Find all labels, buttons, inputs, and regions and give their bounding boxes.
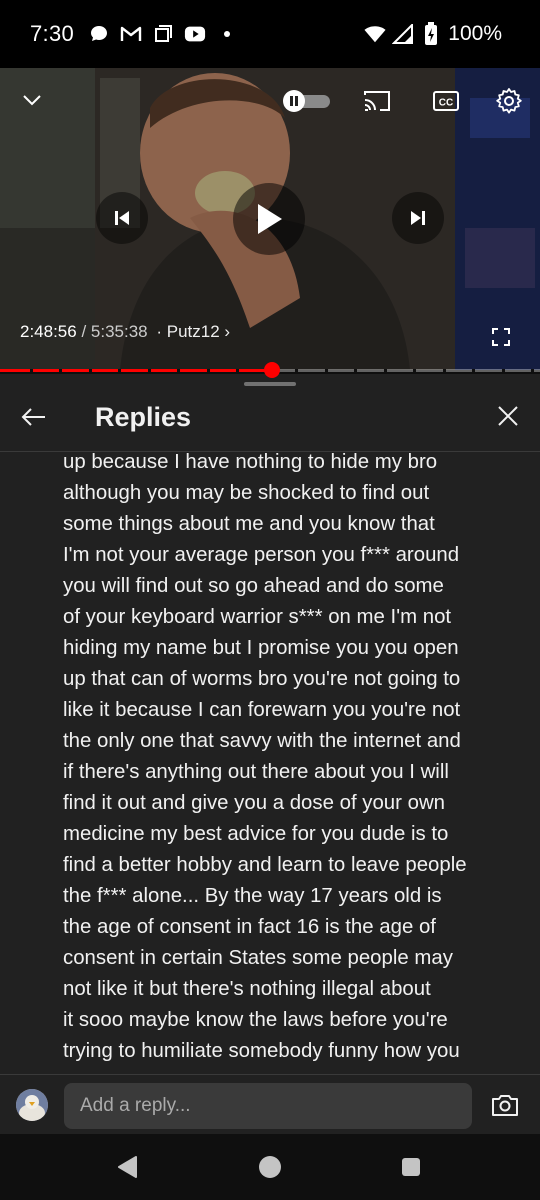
signal-icon — [392, 23, 414, 45]
seek-bar[interactable] — [0, 362, 540, 378]
chapter-marker — [443, 369, 446, 372]
wifi-icon — [364, 23, 386, 45]
chapter-marker — [236, 369, 239, 372]
chapter-marker — [413, 369, 416, 372]
dot-icon — [216, 23, 238, 45]
gear-icon[interactable] — [494, 86, 524, 116]
replies-panel: Replies up because I have nothing to hid… — [0, 374, 540, 1200]
youtube-icon — [184, 23, 206, 45]
chapter-link[interactable]: · Putz12 › — [152, 322, 230, 342]
current-time: 2:48:56 — [20, 322, 77, 341]
svg-text:CC: CC — [439, 98, 453, 109]
chapter-marker — [531, 369, 534, 372]
chapter-marker — [384, 369, 387, 372]
time-separator: / — [76, 322, 91, 341]
panel-title: Replies — [95, 402, 192, 432]
chapter-marker — [59, 369, 62, 372]
seek-played — [0, 369, 272, 372]
chevron-down-icon[interactable] — [20, 88, 44, 112]
battery-icon — [420, 22, 442, 45]
reply-scroll-area[interactable]: up because I have nothing to hide my bro… — [0, 452, 540, 1072]
chapter-marker — [325, 369, 328, 372]
cast-icon[interactable] — [362, 88, 392, 114]
system-nav-bar — [0, 1134, 540, 1200]
system-status: 100% — [364, 22, 502, 46]
fullscreen-icon[interactable] — [490, 326, 512, 348]
recents-square-icon[interactable] — [398, 1154, 424, 1180]
camera-icon[interactable] — [490, 1092, 520, 1118]
notification-icons — [88, 23, 238, 45]
reply-input[interactable] — [64, 1083, 472, 1129]
video-player[interactable]: CC 2:48:56 / 5:35:38 · Putz12 › — [0, 68, 540, 370]
chapter-marker — [118, 369, 121, 372]
battery-percent: 100% — [448, 22, 502, 45]
chapter-marker — [472, 369, 475, 372]
avatar — [16, 1089, 48, 1121]
reply-comment-text: up because I have nothing to hide my bro… — [63, 452, 468, 1072]
chapter-marker — [502, 369, 505, 372]
chapter-marker — [354, 369, 357, 372]
time-display: 2:48:56 / 5:35:38 · Putz12 › — [20, 322, 230, 342]
autoplay-toggle-icon[interactable] — [282, 90, 332, 112]
chat-bubble-icon — [88, 23, 110, 45]
status-time: 7:30 — [30, 21, 75, 46]
panel-header: Replies — [0, 374, 540, 452]
gmail-icon — [120, 23, 142, 45]
screen-icon — [152, 23, 174, 45]
skip-next-icon[interactable] — [392, 192, 444, 244]
back-arrow-icon[interactable] — [18, 402, 48, 432]
back-triangle-icon[interactable] — [114, 1154, 140, 1180]
close-icon[interactable] — [496, 404, 520, 428]
skip-previous-icon[interactable] — [96, 192, 148, 244]
status-bar: 7:30 100% — [0, 0, 540, 68]
chapter-marker — [148, 369, 151, 372]
chapter-marker — [30, 369, 33, 372]
chapter-marker — [89, 369, 92, 372]
chapter-marker — [295, 369, 298, 372]
duration: 5:35:38 — [90, 322, 148, 341]
chapter-marker — [177, 369, 180, 372]
cc-icon[interactable]: CC — [432, 88, 460, 114]
home-circle-icon[interactable] — [257, 1154, 283, 1180]
chapter-marker — [207, 369, 210, 372]
seek-scrubber[interactable] — [264, 362, 280, 378]
play-icon[interactable] — [233, 183, 305, 255]
